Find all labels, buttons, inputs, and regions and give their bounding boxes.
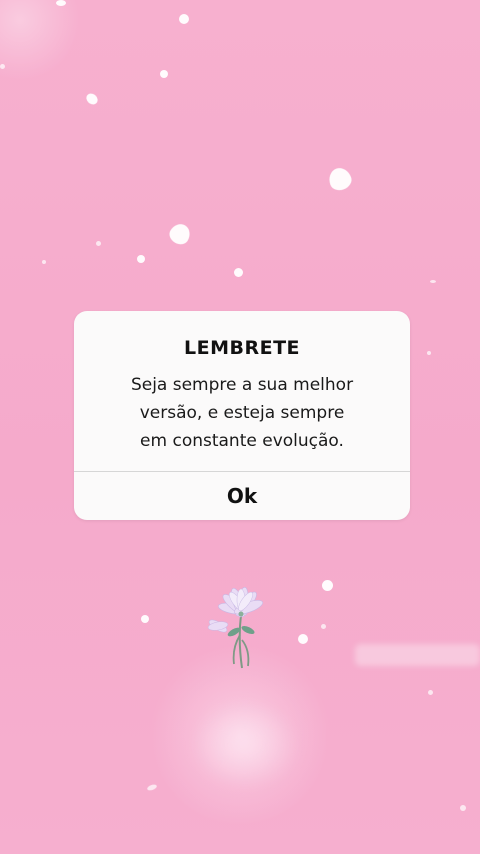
petal	[427, 351, 431, 355]
petal	[96, 241, 101, 246]
petal	[428, 690, 433, 695]
blurred-flower-glow	[190, 700, 300, 790]
petal	[179, 14, 189, 24]
petal	[160, 70, 168, 78]
petal	[56, 0, 66, 6]
petal	[321, 624, 326, 629]
dialog-title: LEMBRETE	[183, 337, 301, 359]
petal	[322, 580, 333, 591]
petal	[141, 615, 149, 623]
petal	[460, 805, 466, 811]
watermark-blur	[355, 644, 480, 666]
petal	[234, 268, 243, 277]
flower-icon	[207, 587, 264, 669]
petal	[137, 255, 145, 263]
petal	[42, 260, 46, 264]
reminder-dialog: LEMBRETE Seja sempre a sua melhor versão…	[74, 311, 410, 520]
dialog-message: Seja sempre a sua melhor versão, e estej…	[130, 375, 354, 451]
petal	[298, 634, 308, 644]
petal	[430, 280, 436, 283]
petal	[0, 64, 5, 69]
ok-button[interactable]: Ok	[74, 472, 410, 520]
